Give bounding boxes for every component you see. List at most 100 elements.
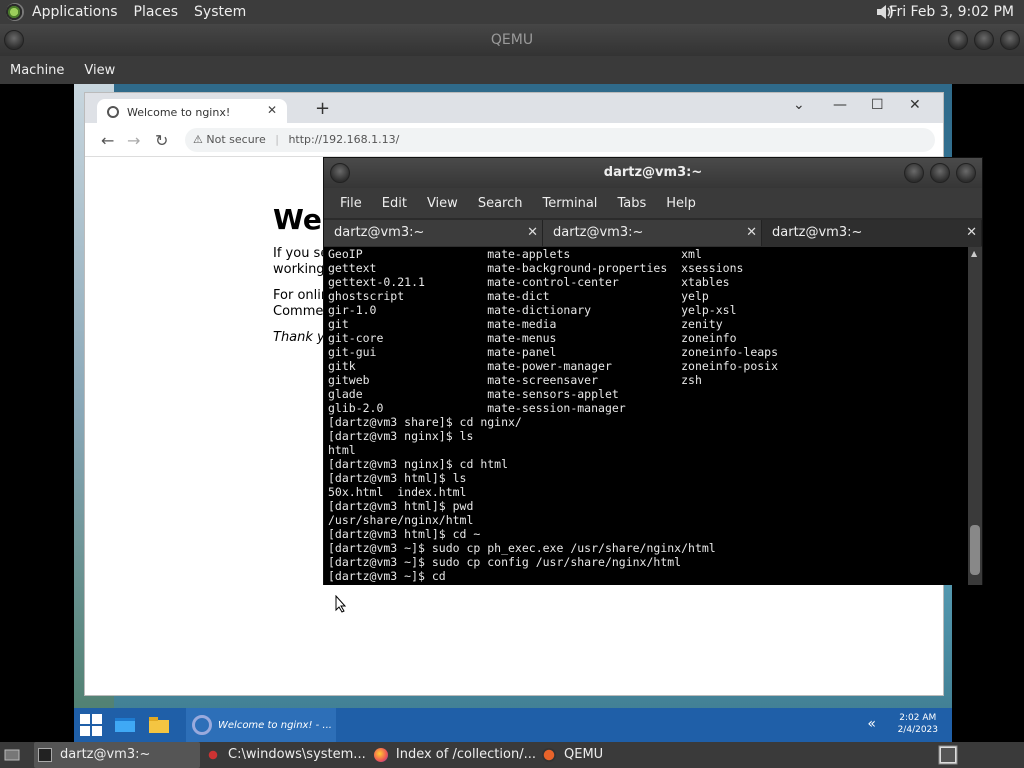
maximize-button[interactable]	[974, 30, 994, 50]
terminal-line: glade mate-sensors-applet	[328, 387, 619, 401]
system-menu[interactable]: System	[186, 0, 254, 24]
terminal-scrollbar[interactable]: ▲	[968, 247, 982, 585]
back-arrow-icon[interactable]: ←	[101, 131, 114, 150]
file-menu[interactable]: File	[330, 196, 372, 211]
terminal-window-menu-button[interactable]	[330, 163, 350, 183]
terminal-line: /usr/share/nginx/html	[328, 513, 474, 527]
places-menu[interactable]: Places	[126, 0, 187, 24]
file-explorer-icon[interactable]	[148, 715, 170, 735]
windows-time: 2:02 AM	[899, 713, 937, 723]
favicon-icon	[107, 106, 119, 118]
search-menu[interactable]: Search	[468, 196, 533, 211]
not-secure-label: Not secure	[206, 133, 266, 146]
warning-icon[interactable]: ⚠	[193, 133, 203, 146]
taskbar-chrome-item[interactable]: Welcome to nginx! - ...	[186, 708, 336, 742]
terminal-close-button[interactable]	[956, 163, 976, 183]
machine-menu[interactable]: Machine	[0, 63, 74, 78]
address-separator: |	[275, 133, 279, 146]
reload-icon[interactable]: ↻	[155, 131, 168, 150]
tabs-menu[interactable]: Tabs	[607, 196, 656, 211]
terminal-line: gitweb mate-screensaver zsh	[328, 373, 702, 387]
terminal-tab-active[interactable]: dartz@vm3:~ ✕	[762, 220, 982, 246]
top-panel: Applications Places System Fri Feb 3, 9:…	[0, 0, 1024, 24]
show-desktop-icon[interactable]	[4, 747, 20, 763]
edit-menu[interactable]: Edit	[372, 196, 417, 211]
terminal-tab-label: dartz@vm3:~	[334, 225, 425, 240]
windows-start-icon[interactable]	[80, 714, 102, 736]
help-menu[interactable]: Help	[656, 196, 706, 211]
browser-tab[interactable]: Welcome to nginx! ✕	[97, 99, 287, 125]
mouse-pointer-icon	[335, 595, 347, 613]
browser-minimize-icon[interactable]: —	[833, 97, 847, 113]
terminal-line: git-core mate-menus zoneinfo	[328, 331, 737, 345]
terminal-tab[interactable]: dartz@vm3:~ ✕	[543, 220, 762, 246]
taskbar-item-label: dartz@vm3:~	[60, 747, 151, 762]
tab-close-icon[interactable]: ✕	[966, 220, 977, 246]
workspace-switcher-icon[interactable]	[938, 745, 958, 765]
scroll-up-icon[interactable]: ▲	[971, 249, 977, 258]
qemu-window-title: QEMU	[490, 32, 534, 48]
qemu-titlebar[interactable]: QEMU	[0, 24, 1024, 56]
close-button[interactable]	[1000, 30, 1020, 50]
terminal-line: git-gui mate-panel zoneinfo-leaps	[328, 345, 779, 359]
terminal-line: [dartz@vm3 share]$ cd nginx/	[328, 415, 522, 429]
taskbar-item-terminal[interactable]: dartz@vm3:~	[34, 742, 200, 768]
tab-close-icon[interactable]: ✕	[746, 220, 757, 246]
taskbar-chrome-label: Welcome to nginx! - ...	[218, 719, 332, 731]
terminal-line: [dartz@vm3 ~]$ sudo cp ph_exec.exe /usr/…	[328, 541, 716, 555]
firefox-icon	[374, 748, 388, 762]
show-hidden-icons-chevron-icon[interactable]: «	[867, 716, 876, 732]
terminal-line: git mate-media zenity	[328, 317, 723, 331]
taskbar-item-firefox[interactable]: Index of /collection/...	[374, 742, 536, 768]
windows-clock[interactable]: 2:02 AM 2/4/2023	[898, 712, 938, 736]
terminal-tab[interactable]: dartz@vm3:~ ✕	[324, 220, 543, 246]
browser-maximize-icon[interactable]: ☐	[871, 97, 884, 113]
terminal-title: dartz@vm3:~	[603, 165, 703, 180]
forward-arrow-icon[interactable]: →	[127, 131, 140, 150]
terminal-line: [dartz@vm3 html]$ pwd	[328, 499, 474, 513]
windows-taskbar: Welcome to nginx! - ... « 2:02 AM 2/4/20…	[74, 708, 952, 742]
view-menu[interactable]: View	[74, 63, 125, 78]
terminal-line: gettext-0.21.1 mate-control-center xtabl…	[328, 275, 730, 289]
chrome-icon	[192, 715, 212, 735]
taskbar-item-qemu[interactable]: QEMU	[542, 742, 622, 768]
bottom-panel: dartz@vm3:~ C:\windows\system... Index o…	[0, 742, 1024, 768]
view-menu[interactable]: View	[417, 196, 468, 211]
windows-date: 2/4/2023	[897, 725, 938, 735]
terminal-line: gitk mate-power-manager zoneinfo-posix	[328, 359, 779, 373]
browser-toolbar: ← → ↻ ⚠ Not secure | http://192.168.1.13…	[85, 123, 943, 157]
tab-search-icon[interactable]: ⌄	[793, 97, 805, 113]
terminal-minimize-button[interactable]	[904, 163, 924, 183]
terminal-line: [dartz@vm3 ~]$ sudo cp config /usr/share…	[328, 555, 682, 569]
browser-tabstrip: Welcome to nginx! ✕ + ⌄ — ☐ ✕	[85, 93, 943, 125]
terminal-tab-label: dartz@vm3:~	[772, 225, 863, 240]
wine-icon	[206, 748, 220, 762]
browser-close-icon[interactable]: ✕	[909, 97, 921, 113]
terminal-titlebar[interactable]: dartz@vm3:~	[324, 158, 982, 188]
terminal-line: gir-1.0 mate-dictionary yelp-xsl	[328, 303, 737, 317]
terminal-output[interactable]: GeoIP mate-applets xml gettext mate-backg…	[324, 247, 970, 585]
tab-close-icon[interactable]: ✕	[267, 103, 277, 117]
terminal-icon	[38, 748, 52, 762]
terminal-menubar: File Edit View Search Terminal Tabs Help	[324, 188, 982, 218]
address-bar[interactable]: ⚠ Not secure | http://192.168.1.13/	[185, 128, 935, 152]
terminal-line: [dartz@vm3 html]$ cd ~	[328, 527, 481, 541]
tab-close-icon[interactable]: ✕	[527, 220, 538, 246]
panel-clock[interactable]: Fri Feb 3, 9:02 PM	[889, 0, 1014, 24]
terminal-line: 50x.html index.html	[328, 485, 467, 499]
taskbar-item-label: Index of /collection/...	[395, 747, 536, 762]
window-menu-button[interactable]	[4, 30, 24, 50]
scrollbar-thumb[interactable]	[970, 525, 980, 575]
terminal-menu[interactable]: Terminal	[532, 196, 607, 211]
applications-menu[interactable]: Applications	[24, 0, 126, 24]
qemu-menubar: Machine View	[0, 56, 1024, 84]
address-url: http://192.168.1.13/	[288, 133, 400, 146]
taskbar-item-label: QEMU	[564, 747, 604, 762]
task-view-icon[interactable]	[114, 715, 136, 735]
terminal-maximize-button[interactable]	[930, 163, 950, 183]
new-tab-button[interactable]: +	[315, 98, 330, 119]
terminal-line: [dartz@vm3 nginx]$ cd html	[328, 457, 509, 471]
minimize-button[interactable]	[948, 30, 968, 50]
taskbar-item-wine[interactable]: C:\windows\system...	[206, 742, 366, 768]
mate-logo-icon[interactable]	[6, 3, 24, 21]
